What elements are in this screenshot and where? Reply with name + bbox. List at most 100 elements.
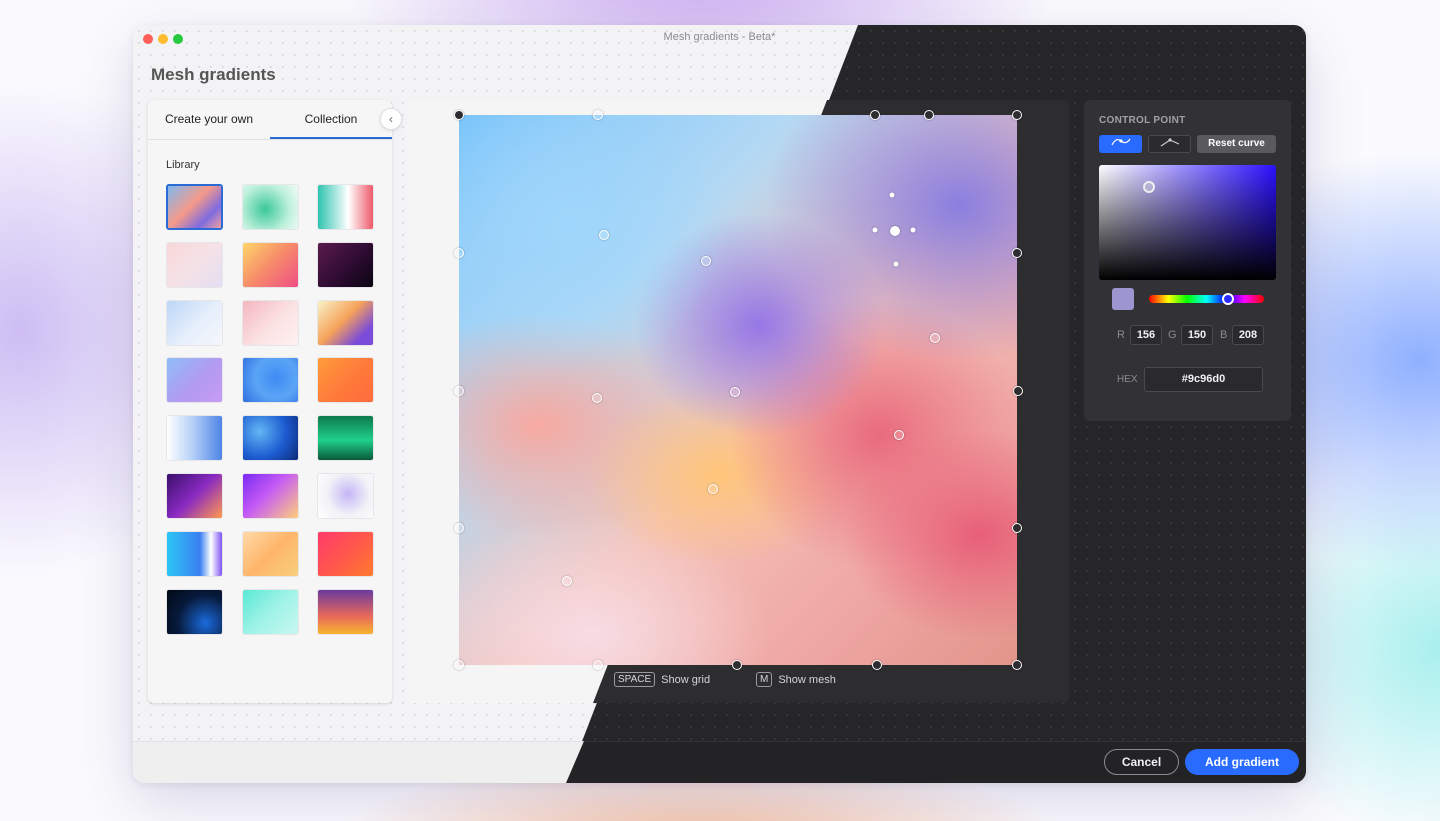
gradient-preview (318, 301, 373, 345)
hue-slider-knob[interactable] (1222, 293, 1234, 305)
g-input[interactable]: 150 (1181, 325, 1213, 345)
gradient-preview (167, 590, 222, 634)
sharp-curve-icon (1160, 138, 1179, 147)
b-label: B (1220, 329, 1228, 341)
gradient-thumbnail[interactable] (242, 242, 299, 288)
r-input[interactable]: 156 (1130, 325, 1162, 345)
gradient-thumbnail[interactable] (317, 589, 374, 635)
gradient-preview (243, 416, 298, 460)
gradient-thumbnail[interactable] (166, 357, 223, 403)
gradient-preview (243, 358, 298, 402)
gradient-thumbnail[interactable] (166, 242, 223, 288)
gradient-thumbnail[interactable] (317, 531, 374, 577)
gradient-preview (167, 358, 222, 402)
mesh-control-point[interactable] (454, 248, 464, 258)
mesh-control-point[interactable] (893, 261, 899, 267)
gradient-thumbnail[interactable] (317, 184, 374, 230)
mesh-control-point[interactable] (894, 430, 904, 440)
gradient-preview (243, 301, 298, 345)
gradient-preview (167, 243, 222, 287)
g-label: G (1168, 329, 1177, 341)
mesh-control-point[interactable] (732, 660, 742, 670)
gradient-thumbnail[interactable] (242, 357, 299, 403)
library-label: Library (166, 159, 200, 171)
mesh-control-point[interactable] (1013, 386, 1023, 396)
gradient-preview (243, 532, 298, 576)
show-grid-shortcut[interactable]: SPACE Show grid (614, 672, 710, 687)
gradient-thumbnail[interactable] (317, 242, 374, 288)
gradient-thumbnail[interactable] (317, 473, 374, 519)
mesh-control-point[interactable] (890, 226, 900, 236)
mesh-control-point[interactable] (592, 393, 602, 403)
gradient-thumbnail[interactable] (242, 300, 299, 346)
mesh-control-point[interactable] (872, 227, 878, 233)
show-grid-label: Show grid (661, 673, 711, 686)
gradient-preview (243, 590, 298, 634)
gradient-thumbnail[interactable] (242, 184, 299, 230)
mesh-control-point[interactable] (454, 110, 464, 120)
mesh-control-point[interactable] (910, 227, 916, 233)
mesh-control-point[interactable] (889, 192, 895, 198)
mesh-control-point[interactable] (730, 387, 740, 397)
mesh-control-point[interactable] (454, 523, 464, 533)
gradient-preview (318, 474, 373, 518)
mesh-control-point[interactable] (924, 110, 934, 120)
gradient-preview (318, 532, 373, 576)
smooth-curve-icon (1110, 138, 1130, 146)
space-key: SPACE (614, 672, 656, 687)
show-mesh-shortcut[interactable]: M Show mesh (756, 672, 836, 687)
gradient-thumbnail[interactable] (242, 589, 299, 635)
gradient-thumbnail[interactable] (166, 589, 223, 635)
gradient-preview (167, 474, 222, 518)
hue-slider[interactable] (1149, 295, 1264, 303)
gradient-thumbnail[interactable] (317, 357, 374, 403)
sharp-curve-button[interactable] (1148, 135, 1191, 153)
page-title: Mesh gradients (151, 65, 276, 84)
mesh-control-point[interactable] (701, 256, 711, 266)
mesh-control-point[interactable] (1012, 110, 1022, 120)
gradient-thumbnail[interactable] (166, 531, 223, 577)
color-swatch (1112, 288, 1134, 310)
tab-create-your-own[interactable]: Create your own (148, 100, 270, 139)
gradient-thumbnail[interactable] (242, 531, 299, 577)
gradient-thumbnail[interactable] (317, 415, 374, 461)
gradient-preview (167, 301, 222, 345)
mesh-control-point[interactable] (870, 110, 880, 120)
mesh-control-point[interactable] (562, 576, 572, 586)
reset-curve-button[interactable]: Reset curve (1197, 135, 1276, 153)
mesh-control-point[interactable] (1012, 523, 1022, 533)
gradient-preview (167, 416, 222, 460)
smooth-curve-button[interactable] (1099, 135, 1142, 153)
canvas-panel: SPACE Show grid M Show mesh (407, 100, 1069, 703)
gradient-thumbnail[interactable] (317, 300, 374, 346)
mesh-control-point[interactable] (708, 484, 718, 494)
tab-collection[interactable]: Collection (270, 100, 392, 139)
chevron-left-icon[interactable]: ‹ (380, 108, 402, 130)
gradient-preview (243, 474, 298, 518)
gradient-thumbnail[interactable] (242, 415, 299, 461)
gradient-preview (168, 186, 221, 228)
gradient-thumbnail[interactable] (242, 473, 299, 519)
mesh-control-point[interactable] (454, 386, 464, 396)
gradient-thumbnail[interactable] (166, 415, 223, 461)
mesh-control-point[interactable] (454, 660, 464, 670)
cancel-button[interactable]: Cancel (1104, 749, 1179, 775)
mesh-control-point[interactable] (1012, 660, 1022, 670)
gradient-thumbnail[interactable] (166, 184, 223, 230)
mesh-control-point[interactable] (872, 660, 882, 670)
gradient-thumbnail[interactable] (166, 473, 223, 519)
mesh-control-point[interactable] (930, 333, 940, 343)
saturation-value-picker[interactable] (1099, 165, 1276, 280)
mesh-control-point[interactable] (1012, 248, 1022, 258)
color-picker-knob[interactable] (1143, 181, 1155, 193)
mesh-control-point[interactable] (593, 110, 603, 120)
b-input[interactable]: 208 (1232, 325, 1264, 345)
gradient-preview (318, 185, 373, 229)
gradient-thumbnail[interactable] (166, 300, 223, 346)
sidebar-tabs: Create your own Collection ‹ (148, 100, 402, 140)
mesh-control-point[interactable] (599, 230, 609, 240)
add-gradient-button[interactable]: Add gradient (1185, 749, 1299, 775)
hex-input[interactable]: #9c96d0 (1144, 367, 1263, 392)
mesh-control-point[interactable] (593, 660, 603, 670)
show-mesh-label: Show mesh (778, 673, 836, 686)
